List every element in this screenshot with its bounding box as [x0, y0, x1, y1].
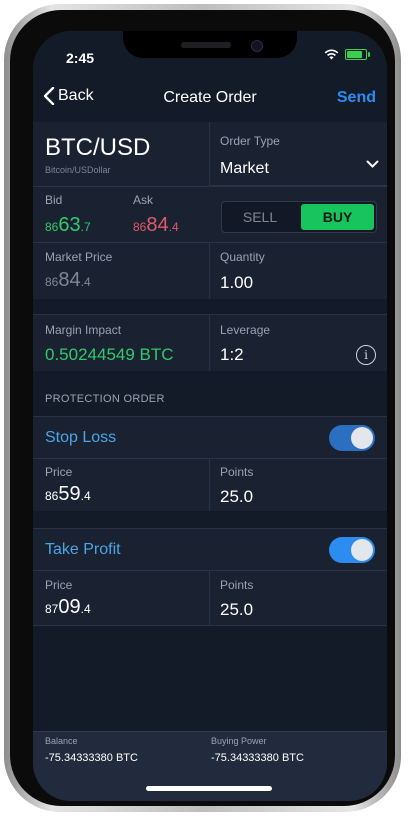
buy-button[interactable]: BUY	[301, 204, 374, 230]
side-cell: SELL BUY	[211, 187, 387, 243]
quantity-value: 1.00	[220, 273, 254, 292]
take-profit-toggle[interactable]	[329, 537, 375, 563]
chevron-down-icon	[366, 160, 379, 168]
stop-loss-toggle-knob	[351, 427, 373, 449]
take-profit-price-prefix: 87	[45, 602, 59, 616]
stop-loss-header: Stop Loss	[33, 416, 387, 459]
protection-order-title: PROTECTION ORDER	[45, 393, 165, 405]
ask-label: Ask	[133, 193, 154, 207]
info-icon[interactable]: i	[356, 345, 376, 365]
buying-power-value: -75.34333380 BTC	[211, 752, 304, 764]
order-type-select[interactable]: Order Type Market	[209, 122, 387, 186]
take-profit-toggle-knob	[351, 539, 373, 561]
ask-price[interactable]: 8684.4	[133, 214, 179, 237]
take-profit-header: Take Profit	[33, 528, 387, 571]
market-price-suffix: .4	[80, 275, 91, 289]
take-profit-points-value: 25.0	[220, 600, 254, 619]
leverage-field[interactable]: Leverage 1:2 i	[209, 315, 387, 371]
stop-loss-points-field[interactable]: Points 25.0	[209, 459, 387, 511]
stop-loss-price-field[interactable]: Price 8659.4	[33, 459, 209, 511]
home-indicator[interactable]	[146, 786, 272, 791]
stop-loss-toggle[interactable]	[329, 425, 375, 451]
take-profit-price-label: Price	[45, 578, 73, 592]
margin-cell: Margin Impact 0.50244549 BTC	[33, 315, 209, 371]
take-profit-title: Take Profit	[45, 541, 121, 558]
stop-loss-title: Stop Loss	[45, 429, 117, 446]
notch	[123, 31, 297, 58]
status-icons	[324, 49, 370, 60]
wifi-icon	[324, 49, 339, 60]
market-price-label: Market Price	[45, 250, 113, 264]
leverage-value: 1:2	[220, 345, 244, 364]
take-profit-points-label: Points	[220, 578, 254, 592]
bid-label: Bid	[45, 193, 63, 207]
ask-suffix: .4	[168, 220, 179, 234]
ask-prefix: 86	[133, 220, 147, 234]
market-quantity-row: Market Price 8684.4 Quantity 1.00	[33, 242, 387, 299]
status-time: 2:45	[66, 50, 95, 66]
battery-icon	[345, 49, 370, 60]
nav-header: Back Create Order Send	[33, 75, 387, 121]
ask-main: 84	[146, 214, 169, 236]
take-profit-price-suffix: .4	[80, 602, 91, 616]
bid-prefix: 86	[45, 220, 59, 234]
quantity-label: Quantity	[220, 250, 265, 264]
balance-label: Balance	[45, 736, 78, 746]
page-title: Create Order	[163, 89, 257, 106]
speaker	[181, 42, 231, 48]
market-price-value: 8684.4	[45, 269, 91, 292]
order-type-value: Market	[220, 160, 269, 177]
order-type-label: Order Type	[220, 134, 280, 148]
leverage-label: Leverage	[220, 323, 271, 337]
phone-frame: 2:45 Back Create Order Send BTC/USD Bitc…	[4, 4, 401, 812]
take-profit-price-field[interactable]: Price 8709.4	[33, 571, 209, 625]
market-price-cell: Market Price 8684.4	[33, 243, 209, 299]
stop-loss-price-label: Price	[45, 465, 73, 479]
balance-value: -75.34333380 BTC	[45, 752, 138, 764]
sell-button[interactable]: SELL	[222, 202, 298, 232]
instrument-name: Bitcoin/USDollar	[45, 165, 111, 175]
buying-power-label: Buying Power	[211, 736, 267, 746]
stop-loss-price-main: 59	[58, 483, 81, 505]
instrument-cell: BTC/USD Bitcoin/USDollar	[33, 122, 203, 186]
take-profit-price-value: 8709.4	[45, 596, 91, 619]
instrument-row: BTC/USD Bitcoin/USDollar Order Type Mark…	[33, 122, 387, 186]
take-profit-points-field[interactable]: Points 25.0	[209, 571, 387, 625]
bid-suffix: .7	[80, 220, 91, 234]
quantity-field[interactable]: Quantity 1.00	[209, 243, 387, 299]
phone-bezel: 2:45 Back Create Order Send BTC/USD Bitc…	[10, 10, 395, 806]
quote-row: Bid 8663.7 Ask 8684.4 SELL BUY	[33, 186, 387, 243]
front-camera	[251, 40, 263, 52]
bid-price[interactable]: 8663.7	[45, 214, 91, 237]
stop-loss-price-value: 8659.4	[45, 483, 91, 506]
battery-fill	[347, 51, 362, 58]
stop-loss-points-label: Points	[220, 465, 254, 479]
margin-leverage-row: Margin Impact 0.50244549 BTC Leverage 1:…	[33, 314, 387, 371]
take-profit-price-main: 09	[58, 596, 81, 618]
market-price-prefix: 86	[45, 275, 59, 289]
margin-value: 0.50244549 BTC	[45, 345, 174, 364]
margin-label: Margin Impact	[45, 323, 122, 337]
send-button[interactable]: Send	[337, 89, 376, 107]
stop-loss-points-value: 25.0	[220, 487, 254, 506]
instrument-pair: BTC/USD	[45, 134, 151, 161]
stop-loss-price-prefix: 86	[45, 489, 59, 503]
bid-main: 63	[58, 214, 81, 236]
stop-loss-price-suffix: .4	[80, 489, 91, 503]
stop-loss-row: Price 8659.4 Points 25.0	[33, 458, 387, 511]
market-price-main: 84	[58, 269, 81, 291]
app-screen: 2:45 Back Create Order Send BTC/USD Bitc…	[33, 31, 387, 801]
side-segmented-control: SELL BUY	[221, 201, 377, 233]
take-profit-row: Price 8709.4 Points 25.0	[33, 570, 387, 626]
